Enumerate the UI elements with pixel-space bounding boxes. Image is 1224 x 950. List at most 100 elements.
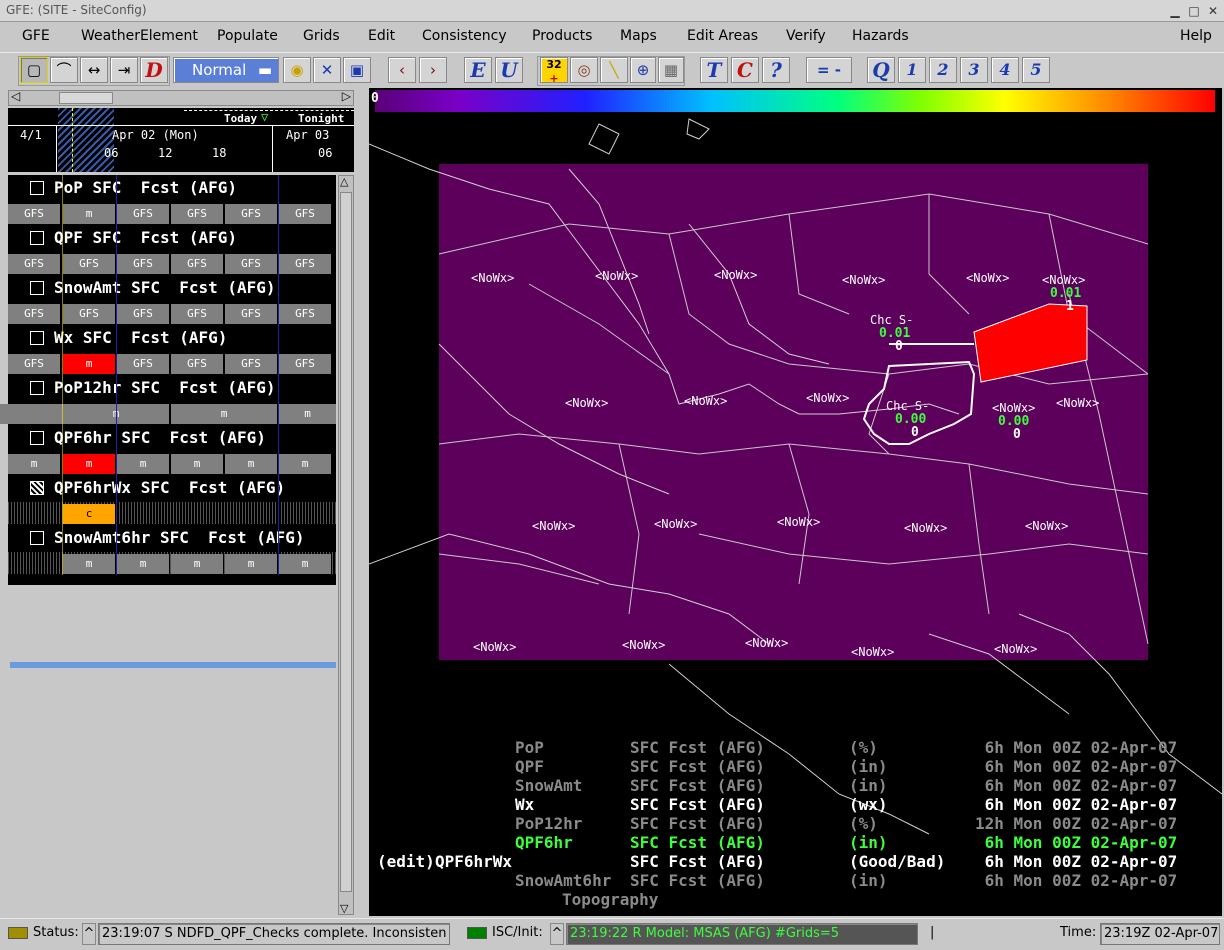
pencil-tool-icon[interactable]: ⇥	[110, 57, 138, 83]
grid-timeline-qpf[interactable]: GFS GFS GFS GFS GFS GFS	[8, 252, 336, 274]
isc-message[interactable]: 23:19:22 R Model: MSAS (AFG) #Grids=5	[566, 923, 918, 945]
spatial-editor-map[interactable]: 0 <NoWx> <NoWx> <NoWx> <NoWx> <NoWx> <No…	[369, 88, 1222, 916]
grid-timeline-snowamt[interactable]: GFS GFS GFS GFS GFS GFS	[8, 302, 336, 324]
status-history-icon[interactable]: ^	[82, 923, 96, 945]
grid-checkbox[interactable]	[30, 181, 44, 195]
grid-row-snowamt6hr[interactable]: SnowAmt6hr SFC Fcst (AFG)	[8, 525, 336, 552]
hscroll-thumb[interactable]	[59, 92, 113, 104]
grid-cell[interactable]: GFS	[8, 204, 60, 224]
delta-tool-icon[interactable]: D	[140, 57, 168, 83]
vscroll-thumb[interactable]	[340, 192, 352, 892]
grid-checkbox[interactable]	[30, 381, 44, 395]
isc-history-icon[interactable]: ^	[550, 923, 564, 945]
step-forward-icon[interactable]: ›	[419, 57, 447, 83]
time-scale[interactable]: Today ▽ Tonight 4/1 Apr 02 (Mon) Apr 03 …	[8, 108, 354, 172]
contour-tool-icon[interactable]: ⌒	[50, 57, 78, 83]
grid-cell[interactable]: GFS	[225, 304, 277, 324]
menu-help[interactable]: Help	[1180, 28, 1212, 44]
grid-cell[interactable]: m	[171, 454, 223, 474]
menu-grids[interactable]: Grids	[303, 28, 340, 44]
button-u[interactable]: U	[495, 57, 523, 83]
grid-timeline-wx[interactable]: GFS m GFS GFS GFS GFS	[8, 352, 336, 374]
grid-cell[interactable]: m	[225, 554, 277, 574]
grid-cell[interactable]: GFS	[279, 354, 331, 374]
grid-sample-icon[interactable]: ▦	[658, 57, 684, 83]
grid-cell[interactable]: GFS	[63, 254, 115, 274]
grid-cell[interactable]: m	[117, 554, 169, 574]
grid-row-snowamt[interactable]: SnowAmt SFC Fcst (AFG)	[8, 275, 336, 302]
grid-cell[interactable]: GFS	[225, 254, 277, 274]
grid-row-qpf[interactable]: QPF SFC Fcst (AFG)	[8, 225, 336, 252]
edit-mode-select[interactable]: Normal ▬	[173, 57, 279, 83]
grid-checkbox-editing[interactable]	[30, 481, 44, 495]
button-t[interactable]: T	[700, 57, 728, 83]
grid-cell[interactable]: GFS	[171, 254, 223, 274]
legend-row[interactable]: SnowAmt SFC Fcst (AFG) (in) 6h Mon 00Z 0…	[445, 776, 1177, 795]
status-message[interactable]: 23:19:07 S NDFD_QPF_Checks complete. Inc…	[98, 923, 450, 945]
grid-cell[interactable]: m	[171, 404, 277, 424]
scroll-right-icon[interactable]: ▷	[342, 89, 351, 103]
grid-cell[interactable]: GFS	[279, 204, 331, 224]
grid-cell[interactable]: m	[279, 404, 336, 424]
menu-populate[interactable]: Populate	[217, 28, 278, 44]
grid-cell[interactable]: m	[8, 454, 60, 474]
grid-cell[interactable]: m	[117, 454, 169, 474]
grid-timeline-qpf6hr[interactable]: m m m m m m	[8, 452, 336, 474]
button-help[interactable]: ?	[762, 57, 790, 83]
legend-row[interactable]: QPF6hr SFC Fcst (AFG) (in) 6h Mon 00Z 02…	[445, 833, 1177, 852]
menu-edit-areas[interactable]: Edit Areas	[687, 28, 758, 44]
button-5[interactable]: 5	[1022, 57, 1050, 83]
grid-cell[interactable]: m	[63, 554, 115, 574]
grid-row-wx[interactable]: Wx SFC Fcst (AFG)	[8, 325, 336, 352]
button-4[interactable]: 4	[991, 57, 1019, 83]
close-icon[interactable]: ✕	[1205, 3, 1221, 19]
legend-row[interactable]: SnowAmt6hr SFC Fcst (AFG) (in) 6h Mon 00…	[445, 871, 1177, 890]
grid-checkbox[interactable]	[30, 231, 44, 245]
button-2[interactable]: 2	[929, 57, 957, 83]
legend-row[interactable]: Wx SFC Fcst (AFG) (wx) 6h Mon 00Z 02-Apr…	[445, 795, 1177, 814]
grid-cell[interactable]: GFS	[63, 304, 115, 324]
grid-cell[interactable]: GFS	[117, 304, 169, 324]
grid-cell[interactable]: GFS	[117, 204, 169, 224]
grid-cell[interactable]: GFS	[171, 354, 223, 374]
grid-row-qpf6hrwx[interactable]: QPF6hrWx SFC Fcst (AFG)	[8, 475, 336, 502]
scroll-down-icon[interactable]: ▽	[340, 902, 348, 915]
grid-cell[interactable]: GFS	[8, 254, 60, 274]
menu-products[interactable]: Products	[532, 28, 592, 44]
legend-row[interactable]: PoP SFC Fcst (AFG) (%) 6h Mon 00Z 02-Apr…	[445, 738, 1177, 757]
menu-maps[interactable]: Maps	[620, 28, 657, 44]
legend-row-editing[interactable]: (edit) QPF6hrWx SFC Fcst (AFG) (Good/Bad…	[377, 852, 1177, 871]
button-1[interactable]: 1	[898, 57, 926, 83]
badge-32-icon[interactable]: 32 +	[540, 57, 568, 85]
grid-row-pop[interactable]: PoP SFC Fcst (AFG)	[8, 175, 336, 202]
grid-cell[interactable]: m	[171, 554, 223, 574]
menu-gfe[interactable]: GFE	[22, 28, 50, 44]
legend-row[interactable]: Topography	[445, 890, 658, 909]
button-e[interactable]: E	[464, 57, 492, 83]
grid-cell[interactable]: GFS	[279, 304, 331, 324]
grid-cell-selected[interactable]: c	[63, 504, 115, 524]
grid-cell-selected[interactable]: m	[63, 354, 115, 374]
grid-cell[interactable]: m	[279, 554, 331, 574]
grid-cell[interactable]: GFS	[171, 204, 223, 224]
grid-checkbox[interactable]	[30, 531, 44, 545]
menu-weatherelement[interactable]: WeatherElement	[81, 28, 198, 44]
equals-button[interactable]: = -	[806, 57, 852, 83]
grid-timeline-qpf6hrwx[interactable]: c	[8, 502, 336, 524]
grid-checkbox[interactable]	[30, 431, 44, 445]
grid-cell[interactable]: GFS	[225, 354, 277, 374]
grid-cell[interactable]: GFS	[117, 254, 169, 274]
grid-cell-selected[interactable]: m	[63, 454, 115, 474]
menu-verify[interactable]: Verify	[786, 28, 826, 44]
grid-cell[interactable]: m	[279, 454, 331, 474]
button-q[interactable]: Q	[867, 57, 895, 83]
legend-row[interactable]: QPF SFC Fcst (AFG) (in) 6h Mon 00Z 02-Ap…	[445, 757, 1177, 776]
grid-timeline-snowamt6hr[interactable]: m m m m m	[8, 552, 336, 574]
grid-cell[interactable]: GFS	[171, 304, 223, 324]
menu-consistency[interactable]: Consistency	[422, 28, 507, 44]
grid-timeline-pop12hr[interactable]: m m m	[0, 402, 336, 424]
grid-timeline-pop[interactable]: GFS m GFS GFS GFS GFS	[8, 202, 336, 224]
button-3[interactable]: 3	[960, 57, 988, 83]
select-tool-icon[interactable]: ▢	[20, 57, 48, 83]
scroll-left-icon[interactable]: ◁	[11, 89, 20, 103]
